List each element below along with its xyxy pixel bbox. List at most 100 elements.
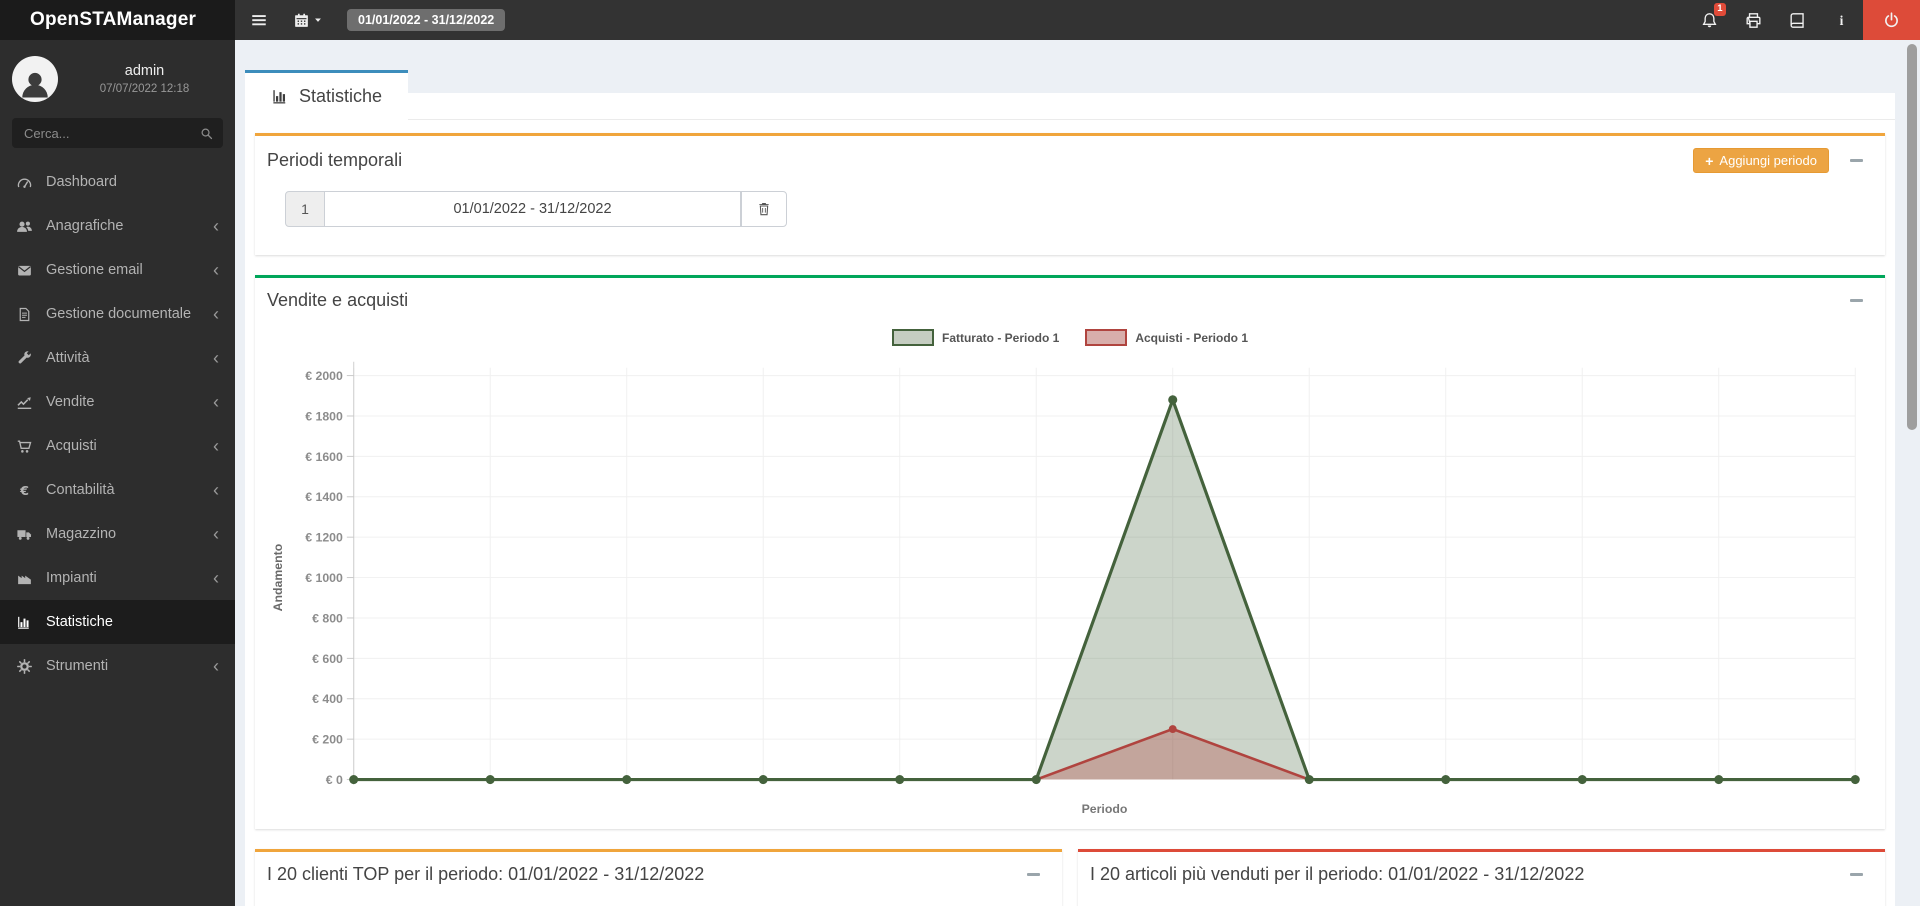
delete-period-button[interactable] bbox=[741, 191, 787, 227]
euro-icon: € bbox=[16, 482, 33, 499]
svg-text:€ 200: € 200 bbox=[312, 733, 343, 747]
hamburger-icon bbox=[250, 11, 268, 29]
panel-tools bbox=[1024, 865, 1050, 883]
svg-text:€ 400: € 400 bbox=[312, 692, 343, 706]
top-articles-panel: I 20 articoli più venduti per il periodo… bbox=[1078, 849, 1885, 906]
sidebar-toggle-button[interactable] bbox=[235, 0, 283, 40]
sidebar-item-label: Gestione email bbox=[46, 262, 143, 278]
navbar: 01/01/2022 - 31/12/2022 1i bbox=[235, 0, 1920, 40]
notification-badge: 1 bbox=[1714, 3, 1726, 16]
search-icon bbox=[199, 126, 214, 141]
legend-label: Fatturato - Periodo 1 bbox=[942, 331, 1059, 345]
sidebar-item-anagrafiche[interactable]: Anagrafiche‹ bbox=[0, 204, 235, 248]
minus-icon bbox=[1850, 299, 1863, 303]
top-navbar: OpenSTAManager 01/01/2022 - 31/12/2022 1… bbox=[0, 0, 1920, 40]
chevron-left-icon: ‹ bbox=[213, 481, 219, 499]
panel-title: Vendite e acquisti bbox=[267, 290, 408, 311]
login-datetime: 07/07/2022 12:18 bbox=[66, 83, 223, 95]
sidebar-item-strumenti[interactable]: Strumenti‹ bbox=[0, 644, 235, 688]
chart-legend: Fatturato - Periodo 1 Acquisti - Periodo … bbox=[267, 323, 1873, 348]
notifications-button[interactable]: 1 bbox=[1687, 0, 1731, 40]
app-logo[interactable]: OpenSTAManager bbox=[0, 0, 235, 40]
svg-text:€ 1600: € 1600 bbox=[305, 450, 343, 464]
sidebar-item-gestione-documentale[interactable]: Gestione documentale‹ bbox=[0, 292, 235, 336]
bar-chart-icon bbox=[16, 614, 33, 631]
gear-icon bbox=[16, 658, 33, 675]
power-icon bbox=[1882, 11, 1901, 30]
legend-swatch bbox=[892, 329, 934, 346]
manual-button[interactable] bbox=[1775, 0, 1819, 40]
sidebar-item-contabilita[interactable]: € Contabilità ‹ bbox=[0, 468, 235, 512]
period-calendar-button[interactable] bbox=[283, 0, 333, 40]
chevron-left-icon: ‹ bbox=[213, 261, 219, 279]
svg-text:€: € bbox=[19, 483, 29, 498]
sidebar-item-gestione-email[interactable]: Gestione email ‹ bbox=[0, 248, 235, 292]
legend-item: Acquisti - Periodo 1 bbox=[1085, 329, 1248, 346]
sidebar-item-label: Impianti bbox=[46, 570, 97, 586]
calendar-icon bbox=[293, 12, 310, 29]
add-period-label: Aggiungi periodo bbox=[1719, 153, 1817, 168]
factory-icon bbox=[16, 570, 33, 587]
svg-text:€ 600: € 600 bbox=[312, 652, 343, 666]
collapse-button[interactable] bbox=[1847, 152, 1865, 170]
envelope-icon bbox=[16, 262, 33, 279]
add-period-button[interactable]: + Aggiungi periodo bbox=[1693, 148, 1829, 173]
sidebar: admin 07/07/2022 12:18 Dashboard Anagrafi… bbox=[0, 40, 235, 906]
sidebar-item-label: Magazzino bbox=[46, 526, 116, 542]
svg-text:i: i bbox=[1839, 12, 1843, 27]
tab-statistiche[interactable]: Statistiche bbox=[245, 70, 408, 120]
sidebar-item-vendite[interactable]: Vendite‹ bbox=[0, 380, 235, 424]
minus-icon bbox=[1850, 159, 1863, 163]
sidebar-item-attivita[interactable]: Attività‹ bbox=[0, 336, 235, 380]
collapse-button[interactable] bbox=[1024, 865, 1042, 883]
period-range-input[interactable] bbox=[325, 191, 741, 227]
svg-text:€ 1200: € 1200 bbox=[305, 531, 343, 545]
sidebar-item-statistiche[interactable]: Statistiche bbox=[0, 600, 235, 644]
chevron-left-icon: ‹ bbox=[213, 437, 219, 455]
sidebar-item-label: Contabilità bbox=[46, 482, 115, 498]
period-row: 1 bbox=[285, 191, 787, 227]
chevron-left-icon: ‹ bbox=[213, 349, 219, 367]
sidebar-item-label: Acquisti bbox=[46, 438, 97, 454]
user-icon bbox=[17, 66, 53, 102]
legend-label: Acquisti - Periodo 1 bbox=[1135, 331, 1248, 345]
sidebar-item-dashboard[interactable]: Dashboard bbox=[0, 160, 235, 204]
user-meta: admin 07/07/2022 12:18 bbox=[66, 63, 223, 95]
svg-text:Andamento: Andamento bbox=[271, 543, 285, 611]
minus-icon bbox=[1027, 873, 1040, 877]
sidebar-item-acquisti[interactable]: Acquisti ‹ bbox=[0, 424, 235, 468]
cart-icon bbox=[16, 438, 33, 455]
search-button[interactable] bbox=[195, 122, 217, 144]
book-icon bbox=[1788, 11, 1807, 30]
truck-icon bbox=[16, 526, 33, 543]
svg-text:€ 1400: € 1400 bbox=[305, 490, 343, 504]
logout-button[interactable] bbox=[1863, 0, 1920, 40]
info-button[interactable]: i bbox=[1819, 0, 1863, 40]
panel-tools bbox=[1847, 865, 1873, 883]
date-range-selector[interactable]: 01/01/2022 - 31/12/2022 bbox=[347, 9, 505, 31]
top-articles-header: I 20 articoli più venduti per il periodo… bbox=[1078, 852, 1885, 895]
sidebar-item-impianti[interactable]: Impianti‹ bbox=[0, 556, 235, 600]
period-index: 1 bbox=[285, 191, 325, 227]
collapse-button[interactable] bbox=[1847, 865, 1865, 883]
panel-title: I 20 articoli più venduti per il periodo… bbox=[1090, 864, 1584, 885]
sidebar-item-label: Anagrafiche bbox=[46, 218, 123, 234]
gauge-icon bbox=[16, 174, 33, 191]
caret-down-icon bbox=[313, 15, 323, 25]
chevron-left-icon: ‹ bbox=[213, 657, 219, 675]
navbar-right-icons: 1i bbox=[1687, 0, 1920, 40]
panel-title: I 20 clienti TOP per il periodo: 01/01/2… bbox=[267, 864, 704, 885]
sidebar-item-magazzino[interactable]: Magazzino‹ bbox=[0, 512, 235, 556]
collapse-button[interactable] bbox=[1847, 292, 1865, 310]
main-content: Statistiche Periodi temporali + Aggiungi… bbox=[235, 40, 1920, 906]
periods-panel: Periodi temporali + Aggiungi periodo 1 bbox=[255, 133, 1885, 255]
chevron-left-icon: ‹ bbox=[213, 305, 219, 323]
panel-tools bbox=[1847, 292, 1873, 310]
file-icon bbox=[16, 306, 33, 323]
scrollbar-thumb[interactable] bbox=[1907, 44, 1917, 430]
sidebar-item-label: Dashboard bbox=[46, 174, 117, 190]
tab-content: Periodi temporali + Aggiungi periodo 1 bbox=[245, 120, 1895, 906]
search-input[interactable] bbox=[12, 118, 223, 148]
sales-purchases-chart: € 0€ 200€ 400€ 600€ 800€ 1000€ 1200€ 140… bbox=[267, 348, 1873, 821]
print-button[interactable] bbox=[1731, 0, 1775, 40]
